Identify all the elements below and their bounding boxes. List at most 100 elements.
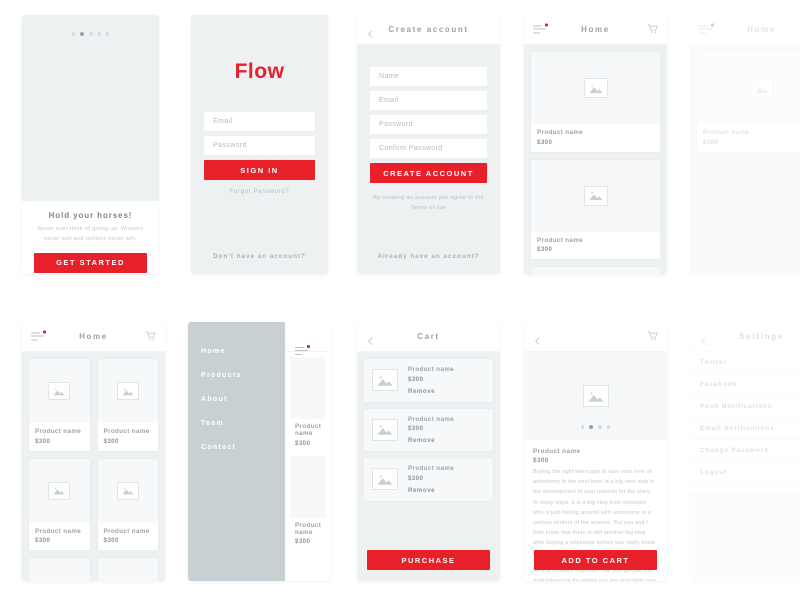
pagination-dot[interactable] [97,32,101,36]
drawer-item-products[interactable]: Products [201,372,285,379]
product-card[interactable]: Product name$300 [290,357,326,451]
settings-row-email-notifications[interactable]: Email Notifications [690,418,800,440]
settings-row-push-notifications[interactable]: Push Notifications [690,396,800,418]
product-name: Product name [533,448,581,455]
settings-row-list: Twitter Facebook Push Notifications Email N… [690,352,800,484]
screen-home-faded: Home Product name $300 [690,15,800,274]
product-price: $300 [35,437,51,445]
product-price: $300 [533,457,549,464]
product-image [531,267,660,274]
settings-row-logout[interactable]: Logout [690,462,800,484]
drawer-item-team[interactable]: Team [201,420,285,427]
product-meta: Product name $300 [697,124,800,152]
image-placeholder-icon [372,468,398,491]
hamburger-menu-icon[interactable] [699,23,714,34]
product-price: $300 [35,537,51,544]
drawer-item-contact[interactable]: Contact [201,444,285,451]
pagination-dot[interactable] [80,32,85,37]
gallery-pagination-dots[interactable] [524,424,667,429]
image-placeholder-icon [749,78,774,98]
product-card[interactable]: Product name$300 [28,358,91,452]
product-image [697,52,800,124]
shopping-cart-icon[interactable] [647,328,658,346]
remove-item-link[interactable]: Remove [408,487,485,494]
create-account-button[interactable]: CREATE ACCOUNT [370,163,487,183]
product-card[interactable]: Product name$300 [530,158,661,260]
pagination-dot[interactable] [89,32,93,36]
password-field[interactable]: Password [370,115,487,134]
pagination-dot[interactable] [589,424,594,429]
product-card[interactable]: Product name$300 [96,457,159,551]
product-card[interactable]: Product name$300 [530,51,661,153]
cart-item-row[interactable]: Product name $300 Remove [363,358,494,403]
product-card[interactable]: Product name$300 [28,457,91,551]
product-price: $300 [537,138,553,146]
product-card[interactable]: Product name$300 [696,51,800,153]
confirm-password-field[interactable]: Confirm Password [370,139,487,158]
drawer-peek-content: Product name $300 Product name $300 [285,322,331,581]
sign-in-button[interactable]: SIGN IN [204,160,315,180]
image-placeholder-icon [48,382,71,400]
cart-item-list: Product name $300 Remove Product name $300 Re… [357,352,500,508]
onboarding-hero [22,15,159,201]
remove-item-link[interactable]: Remove [408,437,485,444]
product-image [98,459,159,523]
email-field[interactable]: Email [204,112,315,131]
forgot-password-link[interactable]: Forgot Password? [204,189,315,195]
product-image [29,558,90,581]
remove-item-link[interactable]: Remove [408,388,485,395]
get-started-button[interactable]: GET STARTED [34,252,147,273]
product-name: Product name [408,366,455,373]
chevron-left-icon[interactable] [366,332,375,345]
product-card[interactable]: Product name$300 [290,455,326,549]
settings-row-facebook[interactable]: Facebook [690,374,800,396]
product-card[interactable]: Product name$300 [96,557,159,581]
pagination-dot[interactable] [580,425,585,429]
product-price: $300 [408,375,424,383]
shopping-cart-icon[interactable] [145,328,156,346]
product-gallery[interactable] [524,352,667,440]
drawer-menu: Home Products About Team Contact [188,322,285,581]
chevron-left-icon[interactable] [533,332,542,345]
product-price: $300 [408,425,424,432]
add-to-cart-wrap: ADD TO CART [534,550,657,570]
page-title: Home [79,332,108,341]
product-meta: Product name $300 [290,517,326,549]
product-card[interactable]: Product name$300 [96,358,159,452]
product-card[interactable]: Product name$300 [530,266,661,274]
image-placeholder-icon [582,385,609,407]
screen-navigation-drawer: Product name $300 Product name $300 Home Pro… [188,322,331,581]
settings-row-change-password[interactable]: Change Password [690,440,800,462]
screen-home-list: Home Product name$300Product name$300Pro… [524,15,667,274]
product-price: $300 [408,474,424,482]
email-field[interactable]: Email [370,91,487,110]
add-to-cart-button[interactable]: ADD TO CART [534,550,657,570]
screen-product-detail: Product name $300 Buying the right teles… [524,322,667,581]
already-have-account-link[interactable]: Already have an account? [357,253,500,260]
pagination-dot[interactable] [71,32,76,36]
pagination-dot[interactable] [598,425,602,429]
chevron-left-icon[interactable] [366,25,375,38]
name-field[interactable]: Name [370,67,487,86]
hamburger-menu-icon[interactable] [31,330,46,341]
create-account-link[interactable]: Don't have an account? [191,253,328,260]
drawer-item-home[interactable]: Home [201,348,285,355]
hamburger-menu-icon[interactable] [533,23,548,34]
onboarding-pagination-dots[interactable] [22,32,159,37]
settings-row-twitter[interactable]: Twitter [690,352,800,374]
product-card[interactable]: Product name$300 [28,557,91,581]
pagination-dot[interactable] [606,425,611,429]
cart-item-row[interactable]: Product name $300 Remove [363,457,494,502]
pagination-dot[interactable] [105,32,110,36]
password-field[interactable]: Password [204,136,315,155]
purchase-button[interactable]: PURCHASE [367,550,490,570]
cart-item-row[interactable]: Product name $300 Remove [363,407,494,452]
product-name: Product name [103,428,150,435]
image-placeholder-icon [116,481,139,500]
chevron-left-icon[interactable] [699,332,708,345]
shopping-cart-icon[interactable] [647,21,658,39]
grid-topbar: Home [22,322,165,352]
hamburger-menu-icon[interactable] [295,344,310,356]
drawer-item-about[interactable]: About [201,396,285,403]
product-image [29,359,90,423]
